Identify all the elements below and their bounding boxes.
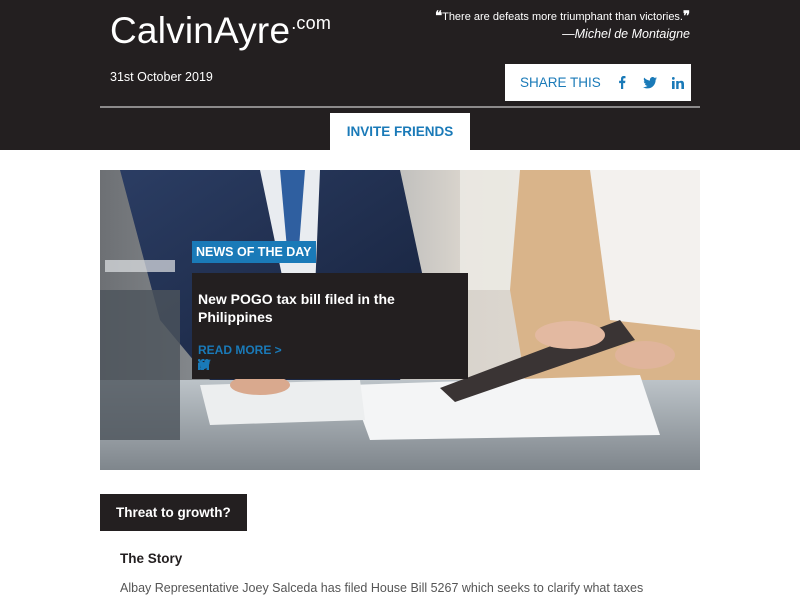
read-more-link[interactable]: READ MORE >: [198, 343, 282, 357]
share-social-links: [615, 76, 685, 90]
hero-article-title[interactable]: New POGO tax bill filed in the Philippin…: [198, 290, 398, 326]
hero-social-links: [198, 359, 250, 371]
story-heading: The Story: [120, 551, 183, 566]
calvinayre-logo[interactable]: CalvinAyre.com: [110, 10, 331, 52]
logo-main-text: CalvinAyre: [110, 10, 291, 51]
quote-text: There are defeats more triumphant than v…: [442, 11, 683, 23]
twitter-icon[interactable]: [642, 76, 657, 90]
issue-date: 31st October 2019: [110, 70, 213, 84]
hero-banner[interactable]: NEWS OF THE DAY New POGO tax bill filed …: [100, 170, 700, 470]
twitter-icon[interactable]: [198, 359, 230, 371]
share-this-label: SHARE THIS: [520, 75, 601, 90]
story-text: Albay Representative Joey Salceda has fi…: [120, 581, 644, 595]
section-heading: Threat to growth?: [100, 494, 247, 531]
linkedin-icon[interactable]: [671, 76, 685, 90]
logo-suffix-text: .com: [291, 13, 332, 33]
invite-friends-button[interactable]: INVITE FRIENDS: [330, 113, 470, 150]
header-quote: ❝There are defeats more triumphant than …: [400, 9, 690, 42]
news-of-the-day-tag: NEWS OF THE DAY: [192, 241, 316, 263]
hero-article-card: New POGO tax bill filed in the Philippin…: [192, 273, 468, 379]
email-header: CalvinAyre.com ❝There are defeats more t…: [0, 0, 800, 150]
header-divider: [100, 106, 700, 108]
share-this-box: SHARE THIS: [505, 64, 691, 101]
quote-author: —Michel de Montaigne: [562, 27, 690, 41]
facebook-icon[interactable]: [615, 76, 629, 90]
quote-close-mark: ❞: [683, 9, 690, 24]
linkedin-icon[interactable]: [198, 359, 250, 371]
